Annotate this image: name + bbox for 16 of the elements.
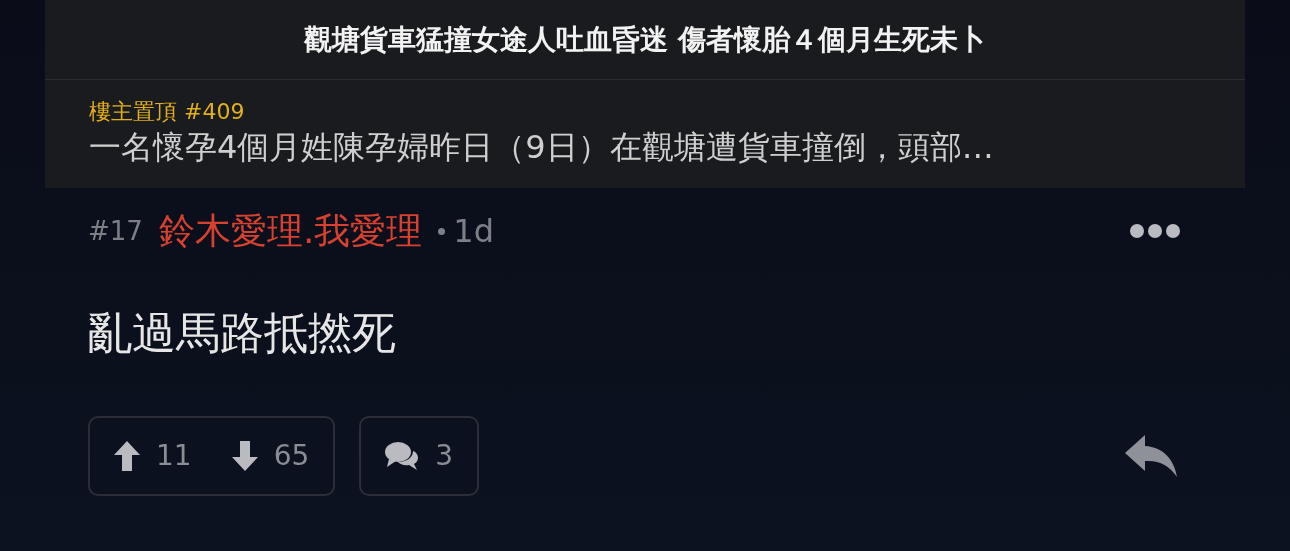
up-arrow-icon bbox=[114, 441, 140, 472]
upvote-button[interactable]: 11 bbox=[114, 435, 192, 478]
floor-number: #17 bbox=[88, 214, 143, 248]
author-name[interactable]: 鈴木愛理.我愛理 bbox=[158, 204, 423, 259]
replies-button[interactable]: 3 bbox=[359, 416, 480, 497]
more-options-icon[interactable] bbox=[1129, 223, 1181, 240]
separator-dot bbox=[438, 227, 446, 235]
pinned-label: 樓主置頂 #409 bbox=[89, 98, 246, 126]
thread-title: 觀塘貨車猛撞女途人吐血昏迷 傷者懷胎４個月生死未卜 bbox=[304, 21, 986, 58]
downvote-button[interactable]: 65 bbox=[231, 435, 310, 478]
post-time: 1d bbox=[453, 211, 494, 253]
comment-text: 亂過馬路抵撚死 bbox=[88, 306, 397, 361]
reply-icon[interactable] bbox=[1125, 435, 1177, 478]
pinned-snippet[interactable]: 一名懷孕4個月姓陳孕婦昨日（9日）在觀塘遭貨車撞倒，頭部… bbox=[89, 126, 1201, 169]
chat-bubbles-icon bbox=[385, 441, 420, 472]
down-arrow-icon bbox=[231, 441, 258, 472]
